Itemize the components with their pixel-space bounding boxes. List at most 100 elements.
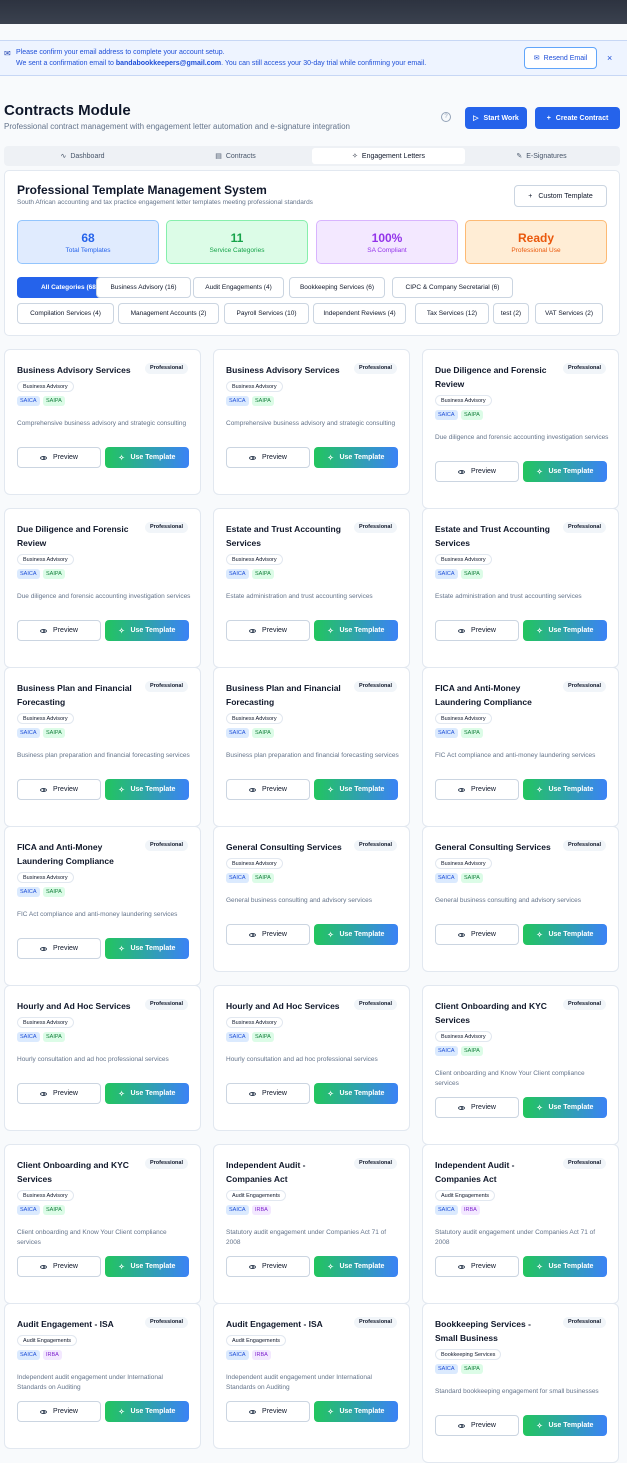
help-icon[interactable]: ? — [441, 112, 451, 122]
standard-badge: IRBA — [252, 1350, 271, 1360]
filter-chip[interactable]: Compilation Services (4) — [17, 303, 114, 324]
category-badge: Business Advisory — [17, 554, 74, 565]
preview-button[interactable]: Preview — [17, 1401, 101, 1422]
preview-label: Preview — [262, 786, 287, 793]
standard-badge: SAIPA — [252, 1032, 274, 1042]
filter-chip[interactable]: VAT Services (2) — [535, 303, 603, 324]
preview-button[interactable]: Preview — [226, 1256, 310, 1277]
template-card: FICA and Anti-Money Laundering Complianc… — [422, 667, 619, 827]
use-template-button[interactable]: ✧ Use Template — [314, 447, 398, 468]
stat-card: 11 Service Categories — [166, 220, 308, 264]
preview-button[interactable]: Preview — [226, 1401, 310, 1422]
template-management-panel: Professional Template Management System … — [4, 170, 620, 336]
use-template-button[interactable]: ✧ Use Template — [314, 1401, 398, 1422]
standard-badge: SAICA — [226, 396, 249, 406]
template-card: Due Diligence and Forensic Review Profess… — [422, 349, 619, 509]
preview-button[interactable]: Preview — [226, 1083, 310, 1104]
use-template-button[interactable]: ✧ Use Template — [105, 620, 189, 641]
use-template-button[interactable]: ✧ Use Template — [523, 779, 607, 800]
filter-chip[interactable]: Independent Reviews (4) — [313, 303, 406, 324]
preview-button[interactable]: Preview — [226, 620, 310, 641]
use-template-button[interactable]: ✧ Use Template — [105, 779, 189, 800]
template-title: Estate and Trust Accounting Services — [435, 524, 550, 548]
tab-contracts[interactable]: ▤ Contracts — [159, 148, 312, 164]
tab-engagement-letters[interactable]: ✧ Engagement Letters — [312, 148, 465, 164]
use-template-button[interactable]: ✧ Use Template — [523, 1256, 607, 1277]
resend-email-button[interactable]: ✉ Resend Email — [524, 47, 597, 69]
preview-button[interactable]: Preview — [435, 779, 519, 800]
filter-chip[interactable]: Audit Engagements (4) — [193, 277, 284, 298]
standard-badge: SAIPA — [43, 396, 65, 406]
sparkle-icon: ✧ — [536, 786, 543, 794]
category-badge: Business Advisory — [17, 872, 74, 883]
preview-button[interactable]: Preview — [435, 620, 519, 641]
use-template-button[interactable]: ✧ Use Template — [314, 1083, 398, 1104]
use-template-button[interactable]: ✧ Use Template — [523, 620, 607, 641]
template-description: Estate administration and trust accounti… — [435, 593, 582, 600]
preview-button[interactable]: Preview — [17, 1256, 101, 1277]
filter-chip[interactable]: Bookkeeping Services (6) — [289, 277, 385, 298]
standard-badge: SAICA — [435, 1046, 458, 1056]
custom-template-button[interactable]: + Custom Template — [514, 185, 607, 207]
use-template-button[interactable]: ✧ Use Template — [314, 1256, 398, 1277]
preview-button[interactable]: Preview — [435, 1256, 519, 1277]
template-card: Audit Engagement - ISA Professional Audit … — [213, 1303, 410, 1449]
sparkle-icon: ✧ — [327, 1263, 334, 1271]
preview-button[interactable]: Preview — [17, 779, 101, 800]
template-description: Business plan preparation and financial … — [17, 752, 190, 759]
sparkle-icon: ✧ — [536, 627, 543, 635]
eye-icon — [458, 1423, 466, 1428]
preview-button[interactable]: Preview — [435, 461, 519, 482]
preview-button[interactable]: Preview — [17, 938, 101, 959]
filter-chip[interactable]: test (2) — [493, 303, 529, 324]
preview-button[interactable]: Preview — [435, 924, 519, 945]
use-template-button[interactable]: ✧ Use Template — [105, 1401, 189, 1422]
create-contract-button[interactable]: + Create Contract — [535, 107, 620, 129]
use-template-button[interactable]: ✧ Use Template — [523, 1415, 607, 1436]
sparkle-icon: ✧ — [327, 454, 334, 462]
use-template-button[interactable]: ✧ Use Template — [523, 924, 607, 945]
category-badge: Business Advisory — [17, 1190, 74, 1201]
filter-chip[interactable]: Management Accounts (2) — [118, 303, 219, 324]
preview-label: Preview — [262, 1090, 287, 1097]
use-template-button[interactable]: ✧ Use Template — [105, 938, 189, 959]
template-description: Statutory audit engagement under Compani… — [226, 1229, 387, 1246]
stat-card: 68 Total Templates — [17, 220, 159, 264]
use-template-button[interactable]: ✧ Use Template — [105, 1083, 189, 1104]
close-banner-button[interactable]: × — [607, 53, 612, 63]
professional-badge: Professional — [353, 522, 397, 533]
tab-e-signatures[interactable]: ✎ E-Signatures — [465, 148, 618, 164]
preview-label: Preview — [262, 627, 287, 634]
preview-button[interactable]: Preview — [226, 924, 310, 945]
filter-chip[interactable]: CIPC & Company Secretarial (6) — [392, 277, 513, 298]
preview-button[interactable]: Preview — [435, 1415, 519, 1436]
use-template-button[interactable]: ✧ Use Template — [314, 924, 398, 945]
use-template-button[interactable]: ✧ Use Template — [314, 620, 398, 641]
eye-icon — [249, 1091, 257, 1096]
tab-dashboard[interactable]: ∿ Dashboard — [6, 148, 159, 164]
filter-chip[interactable]: Payroll Services (10) — [224, 303, 309, 324]
use-template-button[interactable]: ✧ Use Template — [523, 1097, 607, 1118]
sparkle-icon: ✧ — [536, 1422, 543, 1430]
use-template-label: Use Template — [339, 454, 385, 461]
category-badge: Business Advisory — [226, 1017, 283, 1028]
use-template-button[interactable]: ✧ Use Template — [314, 779, 398, 800]
preview-button[interactable]: Preview — [17, 447, 101, 468]
use-template-button[interactable]: ✧ Use Template — [105, 1256, 189, 1277]
filter-chip[interactable]: Business Advisory (16) — [96, 277, 191, 298]
preview-button[interactable]: Preview — [17, 1083, 101, 1104]
use-template-label: Use Template — [130, 627, 176, 634]
use-template-button[interactable]: ✧ Use Template — [105, 447, 189, 468]
preview-button[interactable]: Preview — [435, 1097, 519, 1118]
use-template-button[interactable]: ✧ Use Template — [523, 461, 607, 482]
preview-button[interactable]: Preview — [17, 620, 101, 641]
file-icon: ▤ — [215, 153, 222, 160]
preview-button[interactable]: Preview — [226, 447, 310, 468]
filter-chip[interactable]: Tax Services (12) — [415, 303, 489, 324]
professional-badge: Professional — [562, 999, 606, 1010]
start-work-button[interactable]: ▷ Start Work — [465, 107, 527, 129]
template-title: Client Onboarding and KYC Services — [17, 1160, 129, 1184]
stat-value: 11 — [230, 231, 244, 245]
preview-button[interactable]: Preview — [226, 779, 310, 800]
template-title: Business Advisory Services — [17, 365, 131, 375]
